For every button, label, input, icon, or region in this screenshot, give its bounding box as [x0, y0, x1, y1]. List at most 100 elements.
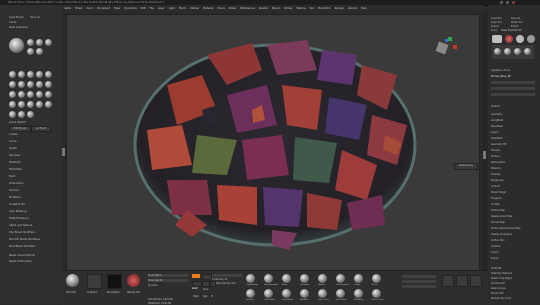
- brush-icon[interactable]: [36, 91, 43, 98]
- menu-transform[interactable]: Transform: [318, 7, 330, 10]
- brush-icon[interactable]: [282, 274, 291, 283]
- tool-subpalette-uv-map[interactable]: UV Map: [491, 203, 500, 206]
- menu-render[interactable]: Render: [259, 7, 268, 10]
- dynamic-toggle[interactable]: Dynamic: [148, 284, 158, 287]
- import-button[interactable]: Import: [491, 25, 499, 28]
- menu-preferences[interactable]: Preferences: [240, 7, 255, 10]
- rgb-button[interactable]: Rgb: [202, 281, 210, 298]
- brush-icon[interactable]: [354, 274, 363, 283]
- brush-subpalette-samples[interactable]: Samples: [9, 154, 20, 157]
- brush-subpalette-curve[interactable]: Curve: [9, 140, 17, 143]
- menu-picker[interactable]: Picker: [229, 7, 236, 10]
- current-brush-thumbnail[interactable]: [9, 38, 24, 53]
- menu-material[interactable]: Material: [203, 7, 213, 10]
- tool-subpalette-subtool[interactable]: Subtool: [491, 105, 500, 108]
- tool-subpalette-display-properties[interactable]: Display Properties: [491, 233, 512, 236]
- brush-subpalette-fibermesh[interactable]: FiberMesh: [9, 168, 22, 171]
- tool-thumbnail[interactable]: [505, 35, 513, 43]
- alpha-selector-icon[interactable]: [107, 274, 122, 289]
- brush-icon[interactable]: [36, 81, 43, 88]
- menu-file[interactable]: File: [150, 7, 154, 10]
- lightbox-tools-label[interactable]: Lightbox ▸ Tools: [491, 69, 510, 72]
- brush-icon[interactable]: [9, 111, 16, 118]
- tool-subpalette-preview[interactable]: Preview: [491, 149, 500, 152]
- brush-icon[interactable]: [45, 39, 52, 46]
- slider[interactable]: [402, 275, 436, 278]
- menu-light[interactable]: Light: [169, 7, 175, 10]
- brush-icon[interactable]: [18, 91, 25, 98]
- brush-icon[interactable]: [27, 91, 34, 98]
- solo-button[interactable]: [442, 275, 454, 287]
- tool-subpalette-morph-target[interactable]: Morph Target: [491, 191, 506, 194]
- brush-subpalette-automasking[interactable]: Auto Masking: [9, 210, 27, 213]
- menu-alpha[interactable]: Alpha: [64, 7, 71, 10]
- tool-thumbnail[interactable]: [516, 35, 524, 43]
- keep-groups-item[interactable]: Keep Groups: [491, 287, 506, 290]
- slider[interactable]: [491, 81, 535, 84]
- brush-icon[interactable]: [36, 101, 43, 108]
- tool-subpalette-fibermesh[interactable]: FiberMesh: [491, 137, 503, 140]
- clone-tool-button[interactable]: Clone: [491, 29, 498, 32]
- perspective-button[interactable]: Perspective: [454, 163, 478, 170]
- slider[interactable]: [491, 93, 535, 96]
- brush-icon[interactable]: [318, 274, 327, 283]
- tool-subpalette-normal-map[interactable]: Normal Map: [491, 221, 505, 224]
- menu-zscript[interactable]: Zscript: [348, 7, 357, 10]
- brush-icon[interactable]: [246, 289, 255, 298]
- brush-subpalette-tablet[interactable]: Tablet Pressure: [9, 217, 29, 220]
- brush-subpalette-create[interactable]: Create: [9, 133, 18, 136]
- load-brush-button[interactable]: Load Brush: [9, 16, 24, 19]
- mrgb-button[interactable]: Mrgb: [192, 281, 202, 298]
- brush-icon[interactable]: [18, 111, 25, 118]
- slider[interactable]: [402, 285, 436, 288]
- tool-icon[interactable]: [524, 48, 531, 55]
- brush-icon[interactable]: [9, 71, 16, 78]
- paste-tool-button[interactable]: Paste Tool: [511, 21, 522, 24]
- menu-tool[interactable]: Tool: [309, 7, 314, 10]
- brush-icon[interactable]: [36, 71, 43, 78]
- tool-subpalette-surface[interactable]: Surface: [491, 155, 500, 158]
- clone-button[interactable]: Clone: [9, 21, 16, 24]
- brush-icon[interactable]: [27, 111, 34, 118]
- brush-icon[interactable]: [246, 274, 255, 283]
- tool-subpalette-geometry[interactable]: Geometry: [491, 113, 502, 116]
- tool-subpalette-masking[interactable]: Masking: [491, 167, 500, 170]
- zadd-button[interactable]: Zadd: [192, 274, 200, 290]
- menu-layer[interactable]: Layer: [158, 7, 165, 10]
- tool-subpalette-export[interactable]: Export: [491, 257, 499, 260]
- stroke-selector-icon[interactable]: [87, 274, 102, 289]
- add-smooth-item[interactable]: Add Smooth: [491, 282, 505, 285]
- save-as-tool-button[interactable]: Save As: [511, 17, 520, 20]
- tool-subpalette-texture-map[interactable]: Texture Map: [491, 209, 505, 212]
- lo-front-button[interactable]: Lo Front: [31, 126, 51, 132]
- brush-subpalette-surface[interactable]: Surface: [9, 189, 19, 192]
- menu-stencil[interactable]: Stencil: [272, 7, 280, 10]
- zsub-button[interactable]: Zsub: [202, 274, 212, 291]
- menu-stroke[interactable]: Stroke: [284, 7, 292, 10]
- maximize-icon[interactable]: [506, 1, 509, 4]
- material-selector-icon[interactable]: [127, 274, 140, 287]
- menu-movie[interactable]: Movie: [217, 7, 224, 10]
- brush-subpalette-modifiers[interactable]: Modifiers: [9, 196, 21, 199]
- brush-subpalette-alpha-texture[interactable]: Alpha and Texture: [9, 224, 32, 227]
- brush-icon[interactable]: [27, 48, 34, 55]
- tool-subpalette-arraymesh[interactable]: ArrayMesh: [491, 119, 503, 122]
- brush-icon[interactable]: [372, 289, 381, 298]
- tool-subpalette-displacement-map[interactable]: Displacement Map: [491, 215, 512, 218]
- canvas-viewport[interactable]: Perspective: [66, 14, 480, 272]
- right-tray-handle[interactable]: [483, 151, 486, 159]
- brush-icon[interactable]: [354, 289, 363, 298]
- tool-subpalette-geometry-hd[interactable]: Geometry HD: [491, 143, 507, 146]
- brush-icon[interactable]: [264, 289, 273, 298]
- tool-subpalette-initialize[interactable]: Initialize: [491, 245, 501, 248]
- brush-icon[interactable]: [9, 81, 16, 88]
- tool-thumbnail[interactable]: [492, 35, 502, 43]
- menu-marker[interactable]: Marker: [191, 7, 200, 10]
- brush-icon[interactable]: [336, 289, 345, 298]
- brush-icon[interactable]: [45, 81, 52, 88]
- slider[interactable]: [491, 87, 535, 90]
- morph-dist-item[interactable]: Morph Dist: [491, 292, 503, 295]
- edit-brush-button[interactable]: Edit Brush: [9, 126, 31, 132]
- polish-nt-item[interactable]: Polish Nt: [491, 267, 501, 270]
- left-tray-handle[interactable]: [62, 148, 65, 156]
